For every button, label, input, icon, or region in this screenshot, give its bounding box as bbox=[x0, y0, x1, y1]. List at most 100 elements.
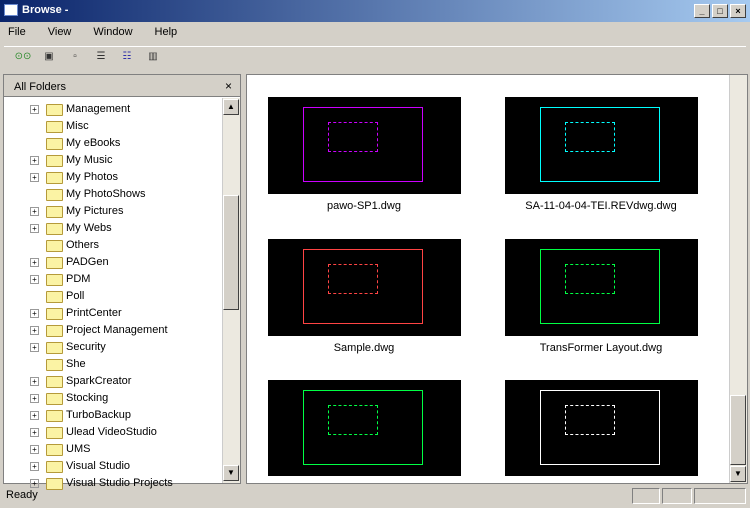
folder-label: Ulead VideoStudio bbox=[66, 426, 157, 438]
minimize-button[interactable]: _ bbox=[694, 4, 710, 18]
scroll-thumb[interactable] bbox=[223, 195, 239, 310]
folder-item[interactable]: + My Music bbox=[4, 152, 222, 169]
status-pane bbox=[632, 488, 660, 504]
folder-label: PDM bbox=[66, 273, 91, 285]
folder-icon bbox=[46, 206, 63, 218]
folder-label: My eBooks bbox=[66, 137, 121, 149]
menu-window[interactable]: Window bbox=[89, 24, 136, 40]
folder-label: PrintCenter bbox=[66, 307, 122, 319]
folder-label: Poll bbox=[66, 290, 85, 302]
expand-icon[interactable]: + bbox=[30, 462, 39, 471]
expand-icon[interactable]: + bbox=[30, 207, 39, 216]
expand-icon[interactable]: + bbox=[30, 394, 39, 403]
app-icon bbox=[4, 4, 18, 16]
expand-icon[interactable]: + bbox=[30, 445, 39, 454]
drawing-thumbnail[interactable] bbox=[505, 97, 698, 194]
folder-icon bbox=[46, 359, 63, 371]
folder-item[interactable]: + Ulead VideoStudio bbox=[4, 424, 222, 441]
folder-icon bbox=[46, 325, 63, 337]
folder-item[interactable]: + My Photos bbox=[4, 169, 222, 186]
window-title: Browse - bbox=[22, 4, 69, 16]
folder-label: Misc bbox=[66, 120, 89, 132]
folder-item[interactable]: + Visual Studio bbox=[4, 458, 222, 475]
drawing-thumbnail[interactable] bbox=[268, 97, 461, 194]
expand-icon[interactable]: + bbox=[30, 275, 39, 284]
folder-item[interactable]: My PhotoShows bbox=[4, 186, 222, 203]
folder-item[interactable]: Misc bbox=[4, 118, 222, 135]
scroll-up-button[interactable]: ▲ bbox=[223, 99, 239, 115]
folder-item[interactable]: + Security bbox=[4, 339, 222, 356]
folder-item[interactable]: + PDM bbox=[4, 271, 222, 288]
folder-label: Management bbox=[66, 103, 131, 115]
folder-tree: + Management Misc My eBooks + My Music + My Pho… bbox=[4, 101, 222, 492]
large-icons-icon[interactable]: ▣ bbox=[40, 51, 58, 67]
folder-item[interactable]: Poll bbox=[4, 288, 222, 305]
folder-item[interactable]: + TurboBackup bbox=[4, 407, 222, 424]
drawing-thumbnail[interactable] bbox=[505, 380, 698, 476]
folder-icon bbox=[46, 444, 63, 456]
folder-icon bbox=[46, 257, 63, 269]
status-pane bbox=[662, 488, 692, 504]
drawing-thumbnail[interactable] bbox=[268, 380, 461, 476]
folder-label: Project Management bbox=[66, 324, 168, 336]
expand-icon[interactable]: + bbox=[30, 428, 39, 437]
folder-item[interactable]: + My Webs bbox=[4, 220, 222, 237]
expand-icon[interactable]: + bbox=[30, 343, 39, 352]
expand-icon[interactable]: + bbox=[30, 258, 39, 267]
folder-label: PADGen bbox=[66, 256, 109, 268]
expand-icon[interactable]: + bbox=[30, 309, 39, 318]
columns-icon[interactable]: ▥ bbox=[144, 51, 162, 67]
folder-label: TurboBackup bbox=[66, 409, 132, 421]
folder-item[interactable]: She bbox=[4, 356, 222, 373]
list-icon[interactable]: ☰ bbox=[92, 51, 110, 67]
folder-item[interactable]: + Project Management bbox=[4, 322, 222, 339]
folder-item[interactable]: + Management bbox=[4, 101, 222, 118]
thumb-scroll-thumb[interactable] bbox=[730, 395, 746, 465]
folder-icon bbox=[46, 308, 63, 320]
go-icon[interactable]: ⊙⊙ bbox=[14, 51, 32, 67]
folder-item[interactable]: + PADGen bbox=[4, 254, 222, 271]
scroll-down-button[interactable]: ▼ bbox=[223, 465, 239, 481]
close-button[interactable]: × bbox=[730, 4, 746, 18]
file-name[interactable]: TransFormer Layout.dwg bbox=[481, 342, 721, 354]
small-icons-icon[interactable]: ▫ bbox=[66, 51, 84, 67]
folder-item[interactable]: Others bbox=[4, 237, 222, 254]
folder-item[interactable]: + PrintCenter bbox=[4, 305, 222, 322]
folder-icon bbox=[46, 461, 63, 473]
file-name[interactable]: Sample.dwg bbox=[244, 342, 484, 354]
expand-icon[interactable]: + bbox=[30, 326, 39, 335]
folder-item[interactable]: + SparkCreator bbox=[4, 373, 222, 390]
folder-icon bbox=[46, 291, 63, 303]
folder-label: Stocking bbox=[66, 392, 109, 404]
folder-icon bbox=[46, 376, 63, 388]
menu-view[interactable]: View bbox=[44, 24, 76, 40]
expand-icon[interactable]: + bbox=[30, 173, 39, 182]
details-icon[interactable]: ☷ bbox=[118, 51, 136, 67]
expand-icon[interactable]: + bbox=[30, 105, 39, 114]
folder-icon bbox=[46, 104, 63, 116]
folder-label: She bbox=[66, 358, 86, 370]
expand-icon[interactable]: + bbox=[30, 377, 39, 386]
maximize-button[interactable]: □ bbox=[712, 4, 728, 18]
file-name[interactable]: SA-11-04-04-TEI.REVdwg.dwg bbox=[481, 200, 721, 212]
thumb-scroll-down[interactable]: ▼ bbox=[730, 466, 746, 482]
folder-icon bbox=[46, 223, 63, 235]
drawing-thumbnail[interactable] bbox=[505, 239, 698, 336]
close-panel-icon[interactable]: × bbox=[225, 79, 232, 93]
expand-icon[interactable]: + bbox=[30, 411, 39, 420]
menu-file[interactable]: File bbox=[4, 24, 30, 40]
drawing-thumbnail[interactable] bbox=[268, 239, 461, 336]
folder-label: My Webs bbox=[66, 222, 112, 234]
folder-item[interactable]: My eBooks bbox=[4, 135, 222, 152]
expand-icon[interactable]: + bbox=[30, 224, 39, 233]
folder-item[interactable]: + My Pictures bbox=[4, 203, 222, 220]
folder-icon bbox=[46, 342, 63, 354]
folder-item[interactable]: + UMS bbox=[4, 441, 222, 458]
menu-help[interactable]: Help bbox=[151, 24, 182, 40]
folder-icon bbox=[46, 410, 63, 422]
file-name[interactable]: pawo-SP1.dwg bbox=[244, 200, 484, 212]
expand-icon[interactable]: + bbox=[30, 156, 39, 165]
folder-icon bbox=[46, 138, 63, 150]
folder-item[interactable]: + Stocking bbox=[4, 390, 222, 407]
status-pane bbox=[694, 488, 746, 504]
